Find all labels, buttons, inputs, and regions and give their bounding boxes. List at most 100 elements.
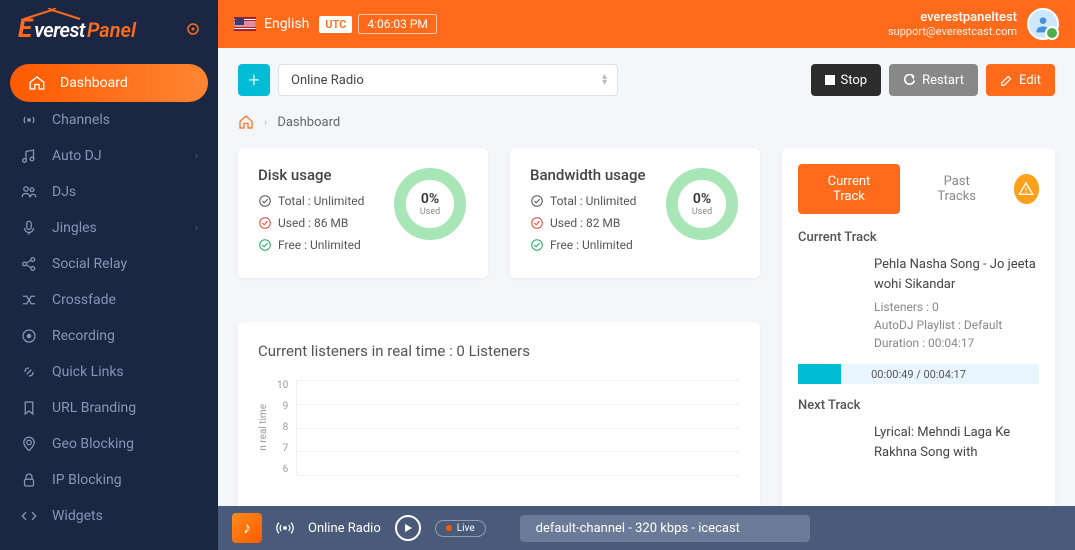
nav-label: Dashboard	[60, 75, 128, 91]
nav-label: Jingles	[52, 220, 97, 236]
topbar: English UTC 4:06:03 PM everestpaneltest …	[218, 0, 1075, 48]
next-track: Lyrical: Mehndi Laga Ke Rakhna Song with	[798, 423, 1039, 487]
sidebar-item-ip-blocking[interactable]: IP Blocking	[0, 462, 218, 498]
nav-label: Auto DJ	[52, 148, 102, 164]
next-track-title: Lyrical: Mehndi Laga Ke Rakhna Song with	[874, 423, 1039, 462]
current-track-heading: Current Track	[798, 230, 1039, 245]
nav-list: Dashboard Channels Auto DJ› DJs Jingles › Soci…	[0, 64, 218, 534]
link-icon	[20, 363, 38, 381]
broadcast-icon	[20, 111, 38, 129]
nav-label: DJs	[52, 184, 76, 200]
chart-y-ticks: 109876	[277, 380, 288, 475]
current-track-title: Pehla Nasha Song - Jo jeeta wohi Sikanda…	[874, 255, 1039, 294]
player-station-name: Online Radio	[308, 521, 381, 536]
progress-text: 00:00:49 / 00:04:17	[871, 368, 966, 381]
disk-usage-title: Disk usage	[258, 166, 364, 184]
chevron-right-icon: ›	[195, 223, 198, 234]
people-icon	[20, 183, 38, 201]
player-music-icon: ♪	[232, 513, 262, 543]
check-icon	[530, 238, 544, 252]
chart-grid	[296, 380, 740, 475]
progress-fill	[798, 364, 841, 384]
check-icon	[530, 216, 544, 230]
nav-label: Quick Links	[52, 364, 124, 380]
nav-label: Recording	[52, 328, 115, 344]
user-email: support@everestcast.com	[888, 25, 1017, 38]
tab-current-track[interactable]: Current Track	[798, 164, 900, 214]
live-label: Live	[457, 523, 475, 534]
sidebar-item-crossfade[interactable]: Crossfade	[0, 282, 218, 318]
main: English UTC 4:06:03 PM everestpaneltest …	[218, 0, 1075, 550]
avatar-icon	[1033, 14, 1053, 34]
check-icon	[258, 194, 272, 208]
current-track-playlist: AutoDJ Playlist : Default	[874, 316, 1039, 334]
track-thumbnail	[798, 255, 862, 319]
live-indicator: Live	[435, 520, 486, 537]
track-progress[interactable]: 00:00:49 / 00:04:17	[798, 364, 1039, 384]
logo-roof-icon	[22, 8, 82, 20]
disk-total: Total : Unlimited	[278, 194, 364, 208]
record-icon	[20, 327, 38, 345]
sidebar-item-dashboard[interactable]: Dashboard	[10, 64, 208, 102]
nav-label: Channels	[52, 112, 110, 128]
bookmark-icon	[20, 399, 38, 417]
stop-icon	[825, 75, 835, 85]
target-icon[interactable]	[186, 22, 200, 36]
disk-pct: 0%	[420, 191, 440, 207]
bw-used: Used : 82 MB	[550, 216, 620, 230]
breadcrumb: › Dashboard	[238, 114, 1055, 130]
flag-icon[interactable]	[234, 17, 256, 31]
edit-button[interactable]: Edit	[986, 64, 1055, 96]
bw-pct-label: Used	[692, 207, 712, 217]
sidebar-item-auto-dj[interactable]: Auto DJ›	[0, 138, 218, 174]
breadcrumb-separator: ›	[264, 116, 267, 129]
station-select[interactable]: Online Radio ▴▾	[278, 64, 618, 96]
geo-icon	[20, 435, 38, 453]
check-icon	[258, 216, 272, 230]
nav-label: Social Relay	[52, 256, 127, 272]
avatar[interactable]	[1027, 8, 1059, 40]
nav-label: IP Blocking	[52, 472, 122, 488]
logo-area: E verest Panel	[0, 0, 218, 64]
sidebar-item-channels[interactable]: Channels	[0, 102, 218, 138]
disk-free: Free : Unlimited	[278, 238, 361, 252]
sidebar-item-recording[interactable]: Recording	[0, 318, 218, 354]
current-track: Pehla Nasha Song - Jo jeeta wohi Sikanda…	[798, 255, 1039, 352]
clock: 4:06:03 PM	[358, 14, 437, 34]
disk-pct-label: Used	[420, 207, 440, 217]
sidebar-item-geo-blocking[interactable]: Geo Blocking	[0, 426, 218, 462]
nav-label: URL Branding	[52, 400, 136, 416]
check-icon	[258, 238, 272, 252]
sidebar-item-quick-links[interactable]: Quick Links	[0, 354, 218, 390]
stop-button[interactable]: Stop	[811, 64, 882, 96]
sidebar-item-url-branding[interactable]: URL Branding	[0, 390, 218, 426]
add-station-button[interactable]: +	[238, 64, 270, 96]
sidebar-item-djs[interactable]: DJs	[0, 174, 218, 210]
restart-label: Restart	[922, 73, 964, 88]
content: + Online Radio ▴▾ Stop Restart Edit	[218, 48, 1075, 550]
breadcrumb-home-icon[interactable]	[238, 114, 254, 130]
broadcast-icon	[276, 519, 294, 537]
sidebar-item-social-relay[interactable]: Social Relay	[0, 246, 218, 282]
chart-y-label: n real time	[258, 404, 269, 451]
select-arrows-icon: ▴▾	[602, 74, 607, 86]
tab-past-tracks[interactable]: Past Tracks	[910, 164, 1004, 214]
nav-label: Widgets	[52, 508, 103, 524]
sidebar-item-widgets[interactable]: Widgets	[0, 498, 218, 534]
edit-label: Edit	[1019, 73, 1041, 88]
bandwidth-title: Bandwidth usage	[530, 166, 646, 184]
utc-badge: UTC	[319, 16, 352, 33]
bandwidth-usage-card: Bandwidth usage Total : Unlimited Used :…	[510, 148, 760, 278]
channel-selector[interactable]: default-channel - 320 kbps - icecast	[520, 515, 810, 542]
lock-icon	[20, 471, 38, 489]
user-menu[interactable]: everestpaneltest support@everestcast.com	[888, 8, 1059, 40]
share-icon	[20, 255, 38, 273]
language-selector[interactable]: English	[264, 16, 309, 32]
user-name: everestpaneltest	[888, 10, 1017, 26]
warning-icon[interactable]	[1014, 174, 1040, 204]
play-button[interactable]	[395, 515, 421, 541]
live-dot-icon	[446, 525, 452, 531]
breadcrumb-page: Dashboard	[277, 115, 340, 130]
restart-button[interactable]: Restart	[889, 64, 978, 96]
sidebar-item-jingles[interactable]: Jingles ›	[0, 210, 218, 246]
